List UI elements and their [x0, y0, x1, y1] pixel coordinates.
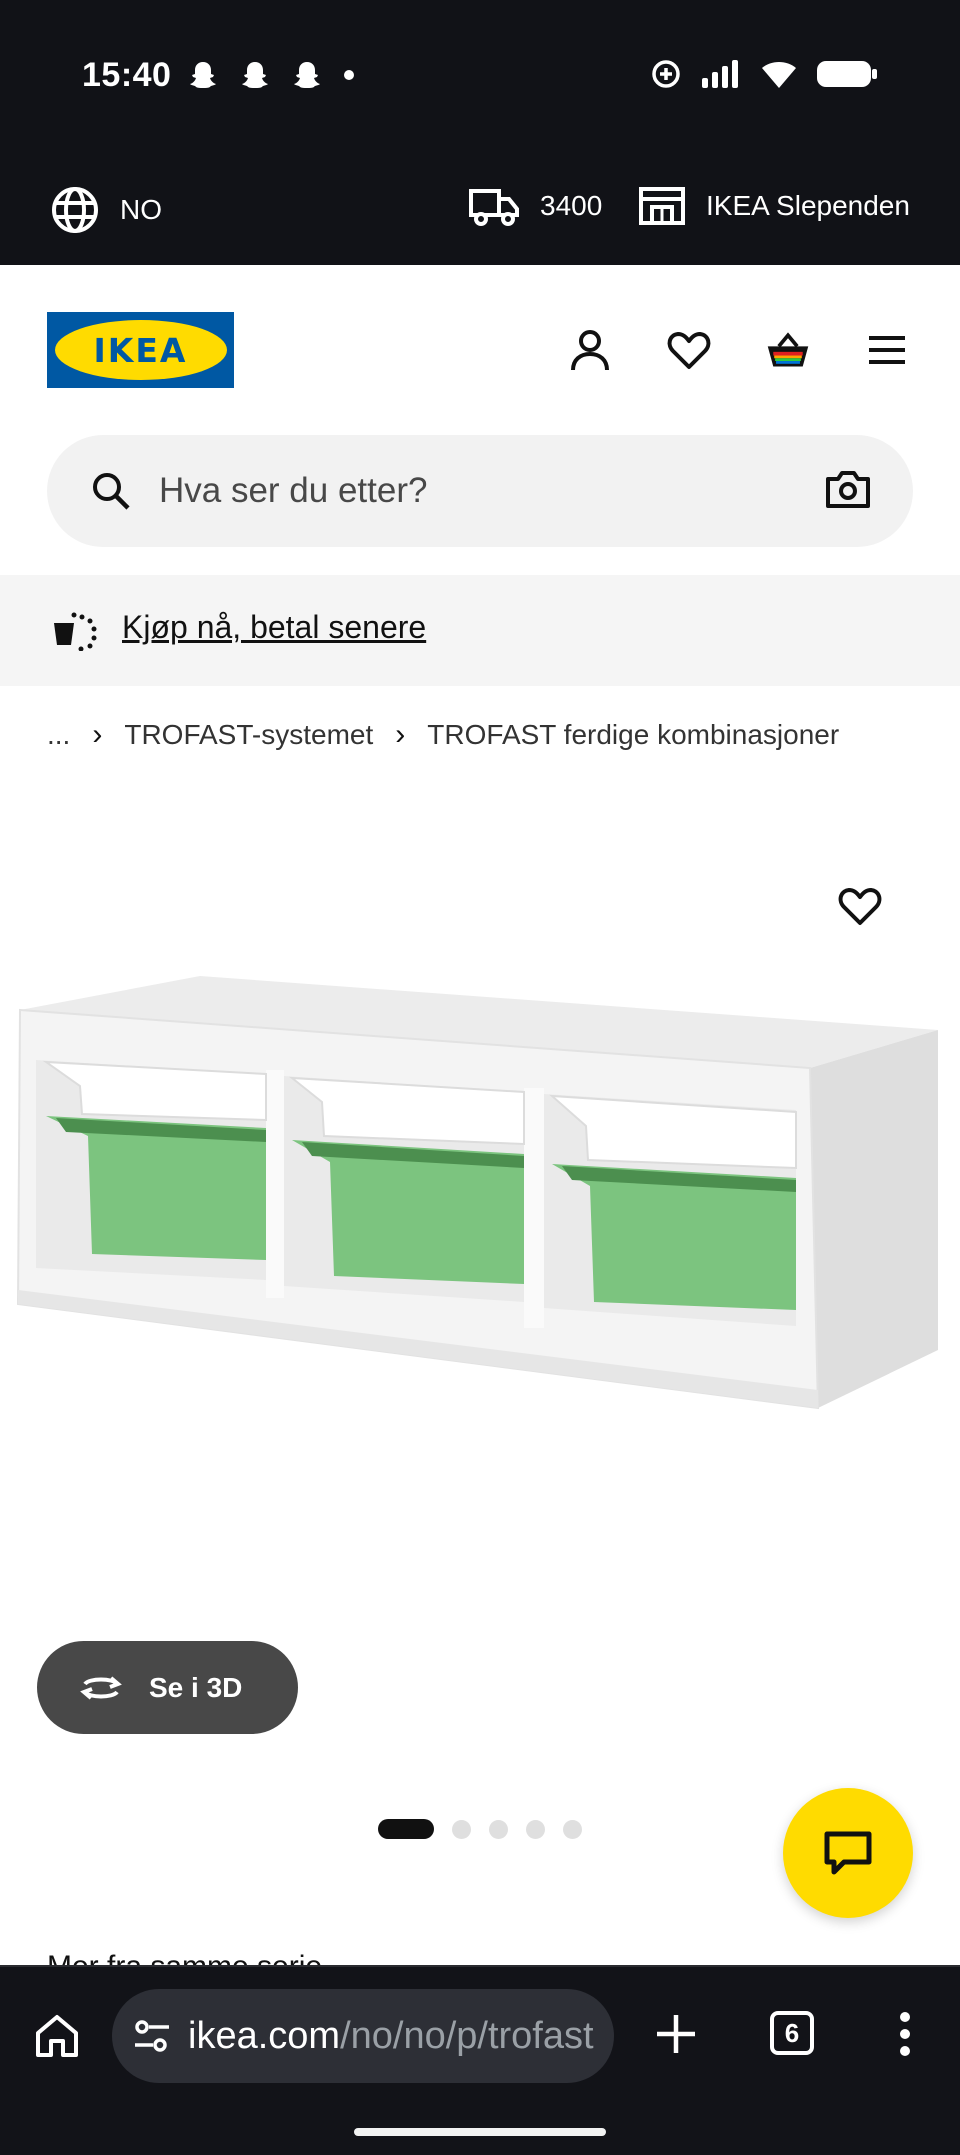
snapchat-icon [294, 62, 320, 88]
menu-button[interactable] [864, 327, 910, 373]
logo-oval: IKEA [54, 320, 227, 380]
store-label: IKEA Slependen [706, 190, 910, 221]
product-image[interactable] [0, 950, 960, 1430]
breadcrumb: ... › TROFAST-systemet › TROFAST ferdige… [47, 718, 839, 752]
breadcrumb-item[interactable]: TROFAST ferdige kombinasjoner [427, 719, 839, 751]
promo-banner: Kjøp nå, betal senere [0, 575, 960, 686]
status-bar: 15:40 [0, 0, 960, 155]
language-label: NO [120, 194, 162, 225]
tab-count: 6 [784, 2017, 800, 2048]
top-info-bar: NO 3400 IKEA Slependen [0, 155, 960, 265]
snapchat-icon [190, 62, 216, 88]
language-selector[interactable]: NO [50, 185, 162, 235]
view-in-3d-button[interactable]: Se i 3D [37, 1641, 298, 1734]
buy-now-pay-later-link[interactable]: Kjøp nå, betal senere [122, 609, 426, 646]
store-icon [639, 187, 685, 225]
header-actions [567, 327, 910, 373]
camera-icon[interactable] [825, 469, 871, 509]
logo-text: IKEA [93, 330, 188, 370]
browser-toolbar: ikea.com/no/no/p/trofast 6 [0, 1965, 960, 2155]
snapchat-icon [242, 62, 268, 88]
cart-button[interactable] [765, 327, 811, 373]
breadcrumb-ellipsis[interactable]: ... [47, 719, 70, 751]
buy-now-pay-later-icon [54, 612, 97, 651]
chat-bubble-icon [824, 1831, 872, 1875]
gesture-navigation-bar[interactable] [354, 2128, 606, 2136]
chat-button[interactable] [783, 1788, 913, 1918]
save-to-list-button[interactable] [838, 886, 882, 931]
system-icons [650, 58, 878, 90]
address-bar[interactable]: ikea.com/no/no/p/trofast [112, 1989, 614, 2083]
status-time: 15:40 [82, 56, 172, 94]
battery-icon [817, 61, 877, 87]
new-tab-plus-icon[interactable] [651, 2009, 701, 2059]
account-button[interactable] [567, 327, 613, 373]
url-host: ikea.com [188, 2015, 341, 2057]
postal-code-label: 3400 [540, 190, 603, 221]
delivery-truck-icon [469, 189, 519, 226]
carousel-dot[interactable] [526, 1819, 545, 1839]
signal-icon [702, 60, 738, 88]
account-icon [571, 330, 609, 371]
wifi-icon [762, 62, 796, 88]
dot-icon [344, 70, 354, 80]
store-selector[interactable]: IKEA Slependen [638, 185, 910, 227]
carousel-indicator [378, 1819, 582, 1839]
search-bar[interactable]: Hva ser du etter? [47, 435, 913, 547]
heart-icon [838, 888, 882, 925]
globe-icon [52, 187, 98, 233]
view-in-3d-label: Se i 3D [149, 1671, 243, 1703]
delivery-postal-code[interactable]: 3400 [468, 185, 602, 227]
product-gallery: Se i 3D [0, 800, 960, 1965]
data-saver-icon [652, 60, 680, 88]
carousel-dot[interactable] [563, 1819, 582, 1839]
wishlist-button[interactable] [666, 327, 712, 373]
search-icon [93, 473, 130, 510]
rotate-3d-icon [80, 1675, 122, 1700]
wishlist-heart-icon [667, 332, 711, 369]
chevron-right-icon: › [92, 718, 103, 751]
carousel-dot-active[interactable] [378, 1819, 434, 1839]
breadcrumb-item[interactable]: TROFAST-systemet [124, 719, 373, 751]
carousel-dot[interactable] [489, 1819, 508, 1839]
url-path: /no/no/p/trofast [340, 2015, 594, 2057]
ikea-logo[interactable]: IKEA [47, 312, 234, 388]
tab-switcher-button[interactable]: 6 [770, 2011, 814, 2055]
site-settings-icon[interactable] [132, 2017, 172, 2055]
menu-hamburger-icon [869, 336, 905, 364]
carousel-dot[interactable] [452, 1819, 471, 1839]
notification-icons [186, 58, 356, 92]
shopping-bag-icon [767, 332, 809, 367]
home-icon[interactable] [34, 2013, 80, 2059]
more-vert-icon[interactable] [888, 2009, 922, 2059]
site-header: IKEA Hva ser du etter? [0, 265, 960, 575]
search-input[interactable]: Hva ser du etter? [159, 471, 427, 511]
chevron-right-icon: › [395, 718, 406, 751]
url-text[interactable]: ikea.com/no/no/p/trofast [188, 2015, 594, 2058]
